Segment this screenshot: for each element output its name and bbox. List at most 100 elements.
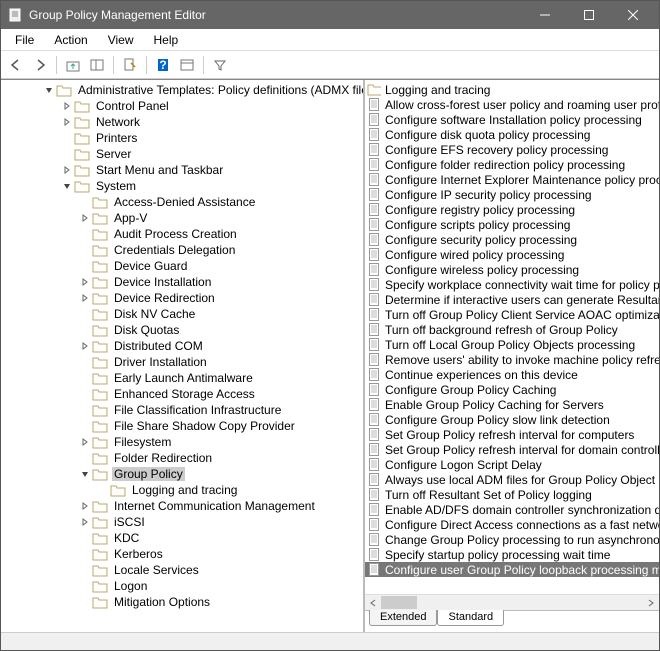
chevron-right-icon[interactable] <box>79 516 91 528</box>
list-item[interactable]: Configure Internet Explorer Maintenance … <box>365 172 659 187</box>
tree-item[interactable]: iSCSI <box>1 514 363 530</box>
tree-item[interactable]: Control Panel <box>1 98 363 114</box>
back-button[interactable] <box>5 54 27 76</box>
list-item[interactable]: Configure Group Policy slow link detecti… <box>365 412 659 427</box>
tree-item[interactable]: Device Installation <box>1 274 363 290</box>
tree-item[interactable]: Credentials Delegation <box>1 242 363 258</box>
list-item[interactable]: Enable AD/DFS domain controller synchron… <box>365 502 659 517</box>
list-item[interactable]: Configure folder redirection policy proc… <box>365 157 659 172</box>
close-button[interactable] <box>611 1 655 29</box>
settings-list[interactable]: Logging and tracingAllow cross-forest us… <box>365 80 659 594</box>
list-item[interactable]: Turn off Resultant Set of Policy logging <box>365 487 659 502</box>
tree-item[interactable]: Locale Services <box>1 562 363 578</box>
list-item[interactable]: Turn off Local Group Policy Objects proc… <box>365 337 659 352</box>
chevron-right-icon[interactable] <box>79 292 91 304</box>
list-item[interactable]: Configure IP security policy processing <box>365 187 659 202</box>
list-item[interactable]: Logging and tracing <box>365 82 659 97</box>
list-item[interactable]: Configure registry policy processing <box>365 202 659 217</box>
tree-item[interactable]: Logon <box>1 578 363 594</box>
menu-view[interactable]: View <box>98 31 144 49</box>
up-button[interactable] <box>62 54 84 76</box>
tree-item[interactable]: File Share Shadow Copy Provider <box>1 418 363 434</box>
tree-item[interactable]: Enhanced Storage Access <box>1 386 363 402</box>
list-item[interactable]: Set Group Policy refresh interval for co… <box>365 427 659 442</box>
list-item[interactable]: Configure EFS recovery policy processing <box>365 142 659 157</box>
list-item[interactable]: Turn off Group Policy Client Service AOA… <box>365 307 659 322</box>
list-item[interactable]: Specify startup policy processing wait t… <box>365 547 659 562</box>
chevron-right-icon[interactable] <box>79 276 91 288</box>
list-item[interactable]: Configure Direct Access connections as a… <box>365 517 659 532</box>
tree-item[interactable]: Mitigation Options <box>1 594 363 610</box>
tree-item[interactable]: Device Guard <box>1 258 363 274</box>
chevron-right-icon[interactable] <box>79 436 91 448</box>
maximize-button[interactable] <box>567 1 611 29</box>
list-item[interactable]: Configure software Installation policy p… <box>365 112 659 127</box>
tree-item[interactable]: App-V <box>1 210 363 226</box>
tree-item[interactable]: Logging and tracing <box>1 482 363 498</box>
horizontal-scrollbar[interactable] <box>365 594 659 610</box>
list-item[interactable]: Configure wired policy processing <box>365 247 659 262</box>
list-item[interactable]: Remove users' ability to invoke machine … <box>365 352 659 367</box>
tree-item[interactable]: Disk NV Cache <box>1 306 363 322</box>
tab-standard[interactable]: Standard <box>437 610 504 626</box>
scroll-thumb[interactable] <box>381 596 417 609</box>
list-item[interactable]: Configure disk quota policy processing <box>365 127 659 142</box>
tree-item[interactable]: Driver Installation <box>1 354 363 370</box>
tree-item[interactable]: Early Launch Antimalware <box>1 370 363 386</box>
show-hide-button[interactable] <box>86 54 108 76</box>
list-item[interactable]: Configure Logon Script Delay <box>365 457 659 472</box>
tree-root[interactable]: Administrative Templates: Policy definit… <box>1 82 363 98</box>
tree-item[interactable]: Kerberos <box>1 546 363 562</box>
minimize-button[interactable] <box>523 1 567 29</box>
chevron-right-icon[interactable] <box>79 212 91 224</box>
menu-help[interactable]: Help <box>144 31 189 49</box>
tab-extended[interactable]: Extended <box>369 610 437 626</box>
tree-item[interactable]: Device Redirection <box>1 290 363 306</box>
menu-action[interactable]: Action <box>44 31 97 49</box>
tree-item[interactable]: File Classification Infrastructure <box>1 402 363 418</box>
list-item[interactable]: Configure security policy processing <box>365 232 659 247</box>
tree-item[interactable]: System <box>1 178 363 194</box>
list-item[interactable]: Configure wireless policy processing <box>365 262 659 277</box>
list-item[interactable]: Change Group Policy processing to run as… <box>365 532 659 547</box>
export-button[interactable] <box>119 54 141 76</box>
chevron-right-icon[interactable] <box>61 116 73 128</box>
scroll-right-icon[interactable] <box>643 595 659 610</box>
list-item[interactable]: Enable Group Policy Caching for Servers <box>365 397 659 412</box>
tree-item[interactable]: Folder Redirection <box>1 450 363 466</box>
list-item[interactable]: Specify workplace connectivity wait time… <box>365 277 659 292</box>
help-button[interactable]: ? <box>152 54 174 76</box>
tree-item[interactable]: Group Policy <box>1 466 363 482</box>
tree-item[interactable]: Server <box>1 146 363 162</box>
list-item[interactable]: Turn off background refresh of Group Pol… <box>365 322 659 337</box>
filter-button[interactable] <box>209 54 231 76</box>
list-item[interactable]: Set Group Policy refresh interval for do… <box>365 442 659 457</box>
chevron-right-icon[interactable] <box>79 500 91 512</box>
tree-item[interactable]: Filesystem <box>1 434 363 450</box>
tree-item[interactable]: Audit Process Creation <box>1 226 363 242</box>
chevron-down-icon[interactable] <box>79 468 91 480</box>
tree-view[interactable]: Administrative Templates: Policy definit… <box>1 80 363 632</box>
tree-item[interactable]: Access-Denied Assistance <box>1 194 363 210</box>
chevron-right-icon[interactable] <box>79 340 91 352</box>
scroll-left-icon[interactable] <box>365 595 381 610</box>
list-item[interactable]: Configure Group Policy Caching <box>365 382 659 397</box>
tree-item[interactable]: Network <box>1 114 363 130</box>
list-item[interactable]: Configure scripts policy processing <box>365 217 659 232</box>
chevron-right-icon[interactable] <box>61 164 73 176</box>
list-item[interactable]: Configure user Group Policy loopback pro… <box>365 562 659 577</box>
chevron-right-icon[interactable] <box>61 100 73 112</box>
chevron-down-icon[interactable] <box>61 180 73 192</box>
tree-item[interactable]: Distributed COM <box>1 338 363 354</box>
tree-item[interactable]: Start Menu and Taskbar <box>1 162 363 178</box>
tree-item[interactable]: KDC <box>1 530 363 546</box>
forward-button[interactable] <box>29 54 51 76</box>
list-item[interactable]: Allow cross-forest user policy and roami… <box>365 97 659 112</box>
menu-file[interactable]: File <box>5 31 44 49</box>
tree-item[interactable]: Internet Communication Management <box>1 498 363 514</box>
list-item[interactable]: Continue experiences on this device <box>365 367 659 382</box>
tree-item[interactable]: Printers <box>1 130 363 146</box>
tree-item[interactable]: Disk Quotas <box>1 322 363 338</box>
list-item[interactable]: Determine if interactive users can gener… <box>365 292 659 307</box>
chevron-down-icon[interactable] <box>43 84 55 96</box>
